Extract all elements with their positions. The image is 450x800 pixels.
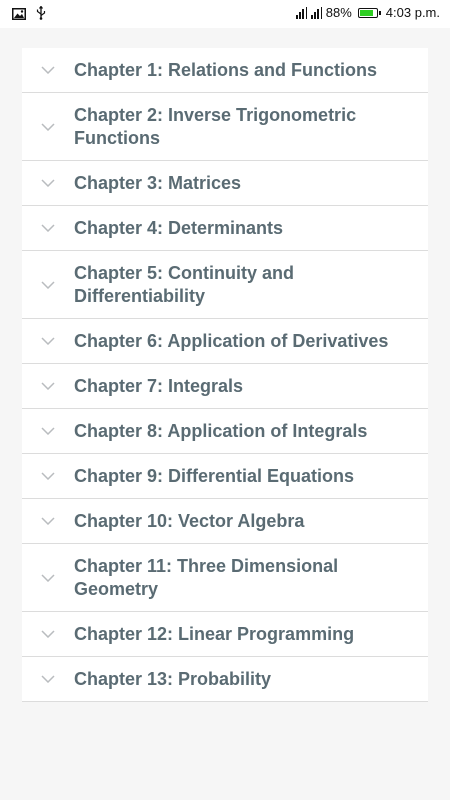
chapter-label: Chapter 13: Probability xyxy=(74,668,272,689)
status-bar: 88% 4:03 p.m. xyxy=(0,0,450,28)
chevron-down-icon xyxy=(22,179,74,187)
chapter-item-6[interactable]: Chapter 6: Application of Derivatives xyxy=(22,319,428,364)
status-left xyxy=(12,5,46,25)
chapter-item-7[interactable]: Chapter 7: Integrals xyxy=(22,364,428,409)
usb-icon xyxy=(36,5,46,25)
chapter-label: Chapter 5: Continuity and Differentiabil… xyxy=(74,262,294,306)
image-icon xyxy=(12,7,26,25)
chevron-down-icon xyxy=(22,630,74,638)
chapter-item-8[interactable]: Chapter 8: Application of Integrals xyxy=(22,409,428,454)
chapter-label: Chapter 7: Integrals xyxy=(74,375,244,396)
chevron-down-icon xyxy=(22,573,74,582)
status-right: 88% 4:03 p.m. xyxy=(295,5,440,20)
chapter-label: Chapter 2: Inverse Trigonometric Functio… xyxy=(74,104,357,148)
chapter-item-5[interactable]: Chapter 5: Continuity and Differentiabil… xyxy=(22,251,428,319)
chapter-label: Chapter 11: Three Dimensional Geometry xyxy=(74,555,339,599)
chapter-item-11[interactable]: Chapter 11: Three Dimensional Geometry xyxy=(22,544,428,612)
chevron-down-icon xyxy=(22,122,74,131)
chevron-down-icon xyxy=(22,675,74,683)
chevron-down-icon xyxy=(22,517,74,525)
chevron-down-icon xyxy=(22,472,74,480)
battery-icon xyxy=(357,7,381,18)
chevron-down-icon xyxy=(22,382,74,390)
battery-percent: 88% xyxy=(325,5,352,20)
chapter-item-13[interactable]: Chapter 13: Probability xyxy=(22,657,428,702)
chevron-down-icon xyxy=(22,66,74,74)
chapter-item-12[interactable]: Chapter 12: Linear Programming xyxy=(22,612,428,657)
chapter-item-10[interactable]: Chapter 10: Vector Algebra xyxy=(22,499,428,544)
chapter-label: Chapter 9: Differential Equations xyxy=(74,465,355,486)
chevron-down-icon xyxy=(22,224,74,232)
chapter-label: Chapter 8: Application of Integrals xyxy=(74,420,368,441)
chapter-label: Chapter 12: Linear Programming xyxy=(74,623,355,644)
chapter-item-2[interactable]: Chapter 2: Inverse Trigonometric Functio… xyxy=(22,93,428,161)
chapter-label: Chapter 10: Vector Algebra xyxy=(74,510,305,531)
chevron-down-icon xyxy=(22,427,74,435)
chapter-item-1[interactable]: Chapter 1: Relations and Functions xyxy=(22,48,428,93)
signal-strength-icon xyxy=(295,6,307,19)
chapter-label: Chapter 6: Application of Derivatives xyxy=(74,330,389,351)
signal-strength-icon xyxy=(310,6,322,19)
chapter-item-3[interactable]: Chapter 3: Matrices xyxy=(22,161,428,206)
clock-time: 4:03 p.m. xyxy=(385,5,440,20)
chapter-label: Chapter 4: Determinants xyxy=(74,217,284,238)
chapter-list: Chapter 1: Relations and Functions Chapte… xyxy=(22,48,428,702)
chevron-down-icon xyxy=(22,337,74,345)
chapter-label: Chapter 1: Relations and Functions xyxy=(74,59,378,80)
chapter-label: Chapter 3: Matrices xyxy=(74,172,242,193)
chevron-down-icon xyxy=(22,280,74,289)
chapter-item-9[interactable]: Chapter 9: Differential Equations xyxy=(22,454,428,499)
chapter-item-4[interactable]: Chapter 4: Determinants xyxy=(22,206,428,251)
